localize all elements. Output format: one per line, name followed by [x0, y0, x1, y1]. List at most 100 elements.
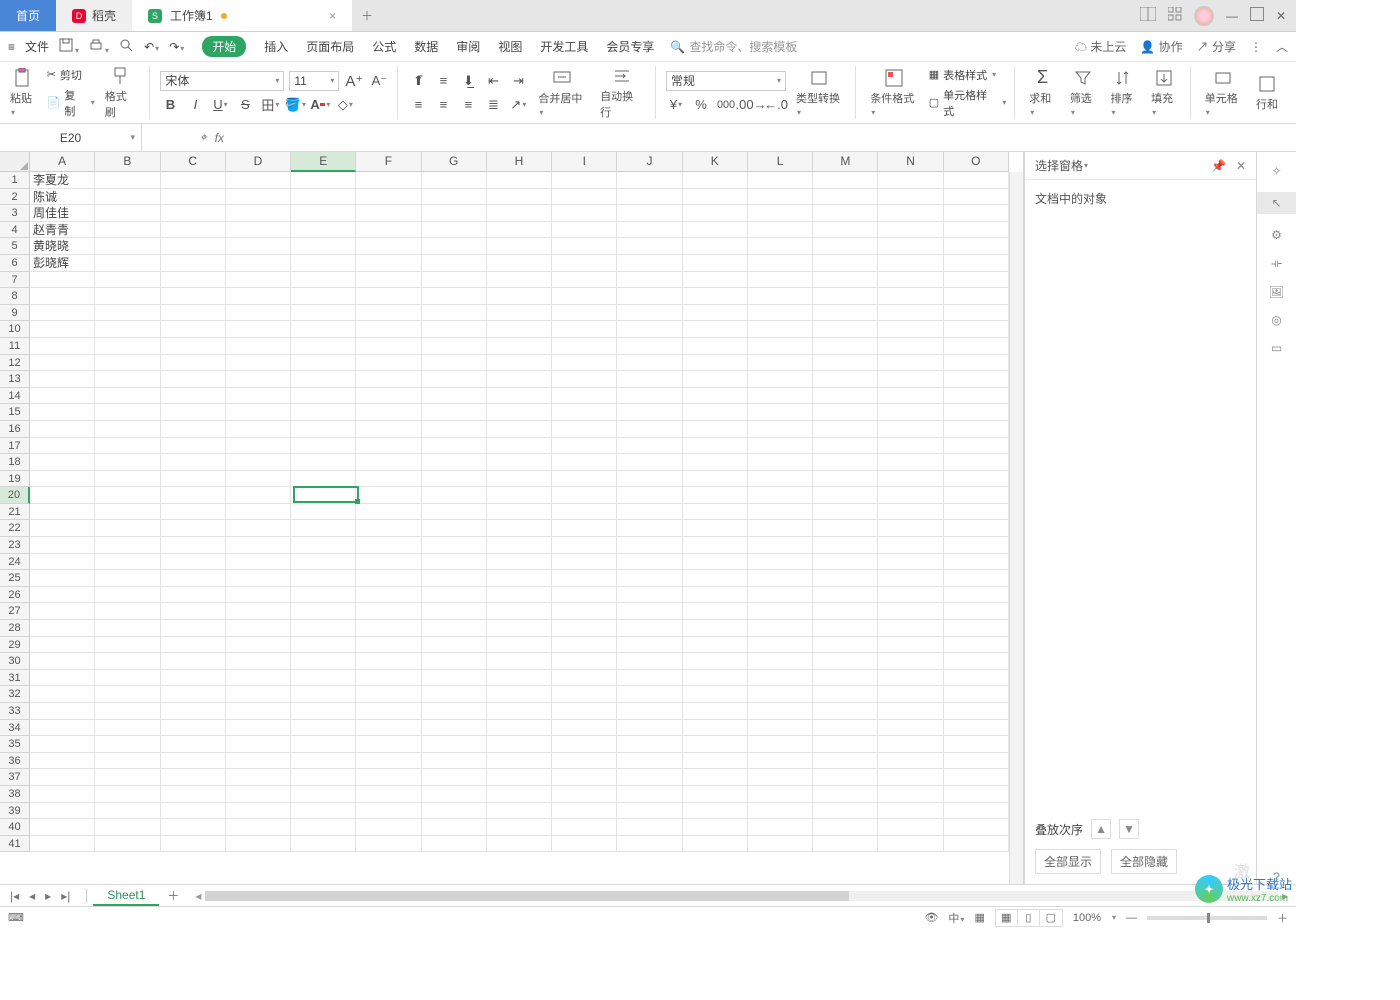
- cell-F29[interactable]: [356, 637, 421, 654]
- cell-G37[interactable]: [422, 769, 487, 786]
- cell-I19[interactable]: [552, 471, 617, 488]
- cell-N8[interactable]: [878, 288, 943, 305]
- cell-I7[interactable]: [552, 272, 617, 289]
- cell-O9[interactable]: [944, 305, 1009, 322]
- cell-A24[interactable]: [30, 554, 95, 571]
- percent-icon[interactable]: %: [691, 95, 711, 115]
- cell-F16[interactable]: [356, 421, 421, 438]
- cell-K17[interactable]: [683, 438, 748, 455]
- dec-decimal-icon[interactable]: ←.0: [766, 95, 786, 115]
- cell-E9[interactable]: [291, 305, 356, 322]
- cell-J7[interactable]: [617, 272, 682, 289]
- tab-daoke[interactable]: D 稻壳: [56, 0, 132, 31]
- cell-L23[interactable]: [748, 537, 813, 554]
- cell-A32[interactable]: [30, 686, 95, 703]
- cell-K4[interactable]: [683, 222, 748, 239]
- cell-G8[interactable]: [422, 288, 487, 305]
- cell-L16[interactable]: [748, 421, 813, 438]
- name-box[interactable]: E20▾: [0, 124, 142, 151]
- cell-L17[interactable]: [748, 438, 813, 455]
- cell-M25[interactable]: [813, 570, 878, 587]
- cell-N40[interactable]: [878, 819, 943, 836]
- indent-inc-icon[interactable]: ⇥: [508, 71, 528, 91]
- cell-H9[interactable]: [487, 305, 552, 322]
- cell-A39[interactable]: [30, 803, 95, 820]
- cell-O11[interactable]: [944, 338, 1009, 355]
- cell-G19[interactable]: [422, 471, 487, 488]
- cell-I3[interactable]: [552, 205, 617, 222]
- cell-C27[interactable]: [161, 603, 226, 620]
- cell-J35[interactable]: [617, 736, 682, 753]
- cell-N20[interactable]: [878, 487, 943, 504]
- cell-C31[interactable]: [161, 670, 226, 687]
- cell-K41[interactable]: [683, 836, 748, 853]
- cell-F25[interactable]: [356, 570, 421, 587]
- cell-G35[interactable]: [422, 736, 487, 753]
- cell-J17[interactable]: [617, 438, 682, 455]
- cell-D17[interactable]: [226, 438, 291, 455]
- cell-C3[interactable]: [161, 205, 226, 222]
- preview-icon[interactable]: [119, 38, 134, 56]
- col-head-D[interactable]: D: [226, 152, 291, 172]
- cell-K38[interactable]: [683, 786, 748, 803]
- cell-O38[interactable]: [944, 786, 1009, 803]
- cell-C19[interactable]: [161, 471, 226, 488]
- cell-K8[interactable]: [683, 288, 748, 305]
- cell-I23[interactable]: [552, 537, 617, 554]
- cell-A36[interactable]: [30, 753, 95, 770]
- cell-L9[interactable]: [748, 305, 813, 322]
- save-icon[interactable]: ▾: [59, 38, 79, 56]
- cell-G14[interactable]: [422, 388, 487, 405]
- cell-E13[interactable]: [291, 371, 356, 388]
- cell-N13[interactable]: [878, 371, 943, 388]
- cell-G5[interactable]: [422, 238, 487, 255]
- cell-F32[interactable]: [356, 686, 421, 703]
- align-top-icon[interactable]: ⬆̄: [408, 71, 428, 91]
- row-head-31[interactable]: 31: [0, 670, 30, 687]
- cell-J20[interactable]: [617, 487, 682, 504]
- cell-D38[interactable]: [226, 786, 291, 803]
- cell-A10[interactable]: [30, 321, 95, 338]
- row-head-18[interactable]: 18: [0, 454, 30, 471]
- cell-J33[interactable]: [617, 703, 682, 720]
- col-head-O[interactable]: O: [944, 152, 1009, 172]
- menu-icon[interactable]: ≡: [8, 40, 15, 54]
- row-head-38[interactable]: 38: [0, 786, 30, 803]
- cell-H20[interactable]: [487, 487, 552, 504]
- cell-style-button[interactable]: ▢ 单元格样式▾: [929, 87, 1007, 119]
- cell-F27[interactable]: [356, 603, 421, 620]
- cell-E22[interactable]: [291, 520, 356, 537]
- cell-F4[interactable]: [356, 222, 421, 239]
- cell-N35[interactable]: [878, 736, 943, 753]
- cell-D12[interactable]: [226, 355, 291, 372]
- cell-N5[interactable]: [878, 238, 943, 255]
- cell-K7[interactable]: [683, 272, 748, 289]
- row-head-32[interactable]: 32: [0, 686, 30, 703]
- cell-C25[interactable]: [161, 570, 226, 587]
- cell-H21[interactable]: [487, 504, 552, 521]
- align-center-icon[interactable]: ≡: [433, 95, 453, 115]
- pin-icon[interactable]: 📌: [1211, 159, 1226, 173]
- cell-L20[interactable]: [748, 487, 813, 504]
- cell-N25[interactable]: [878, 570, 943, 587]
- cell-M39[interactable]: [813, 803, 878, 820]
- cell-B33[interactable]: [95, 703, 160, 720]
- sheet-tab-1[interactable]: Sheet1: [93, 886, 159, 906]
- cell-N11[interactable]: [878, 338, 943, 355]
- cell-C28[interactable]: [161, 620, 226, 637]
- cell-K1[interactable]: [683, 172, 748, 189]
- cell-K14[interactable]: [683, 388, 748, 405]
- cell-E10[interactable]: [291, 321, 356, 338]
- cell-H17[interactable]: [487, 438, 552, 455]
- cell-H27[interactable]: [487, 603, 552, 620]
- row-head-15[interactable]: 15: [0, 404, 30, 421]
- cell-D13[interactable]: [226, 371, 291, 388]
- view-mode-buttons[interactable]: ▦▯▢: [995, 909, 1063, 927]
- cell-D23[interactable]: [226, 537, 291, 554]
- cell-D40[interactable]: [226, 819, 291, 836]
- cell-J41[interactable]: [617, 836, 682, 853]
- cell-D39[interactable]: [226, 803, 291, 820]
- cell-O36[interactable]: [944, 753, 1009, 770]
- cell-I34[interactable]: [552, 720, 617, 737]
- cell-C20[interactable]: [161, 487, 226, 504]
